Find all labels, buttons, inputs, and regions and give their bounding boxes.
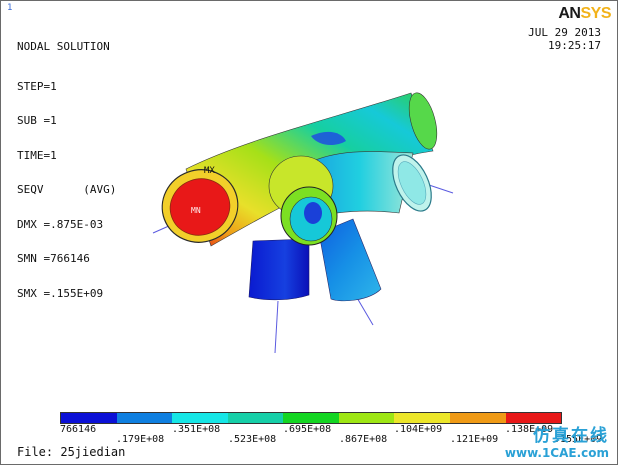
legend-bottom-label: .867E+08 [339,434,388,445]
ansys-graphics-window: 1 NODAL SOLUTION STEP=1 SUB =1 TIME=1 SE… [0,0,618,465]
fea-model-view: MX MN [152,92,454,354]
legend-bottom-label: .179E+08 [116,434,165,445]
legend-bottom-label: .121E+09 [450,434,499,445]
watermark-url: www.1CAE.com [504,446,609,460]
legend-top-label: .695E+08 [283,424,332,435]
joint-inner-low [304,202,322,224]
file-label: File: 25jiedian [17,445,126,459]
legend-top-label: 766146 [60,424,97,435]
legend-bottom-label: .523E+08 [228,434,277,445]
legend-band [394,413,450,423]
legend-band [283,413,339,423]
legend-band [61,413,117,423]
load-line-down [274,300,279,354]
lower-leg-vertical [248,238,310,301]
site-watermark: 仿真在线 www.1CAE.com [505,421,609,460]
legend-band [338,413,395,423]
legend-top-label: .104E+09 [394,424,443,435]
max-marker: MX [204,166,215,176]
legend-band [449,413,506,423]
legend-band [116,413,173,423]
min-marker: MN [191,206,201,215]
legend-band [172,413,228,423]
contour-legend-bar [60,412,562,424]
watermark-cn: 仿真在线 [533,426,609,446]
legend-band [227,413,284,423]
legend-top-label: .351E+08 [172,424,221,435]
